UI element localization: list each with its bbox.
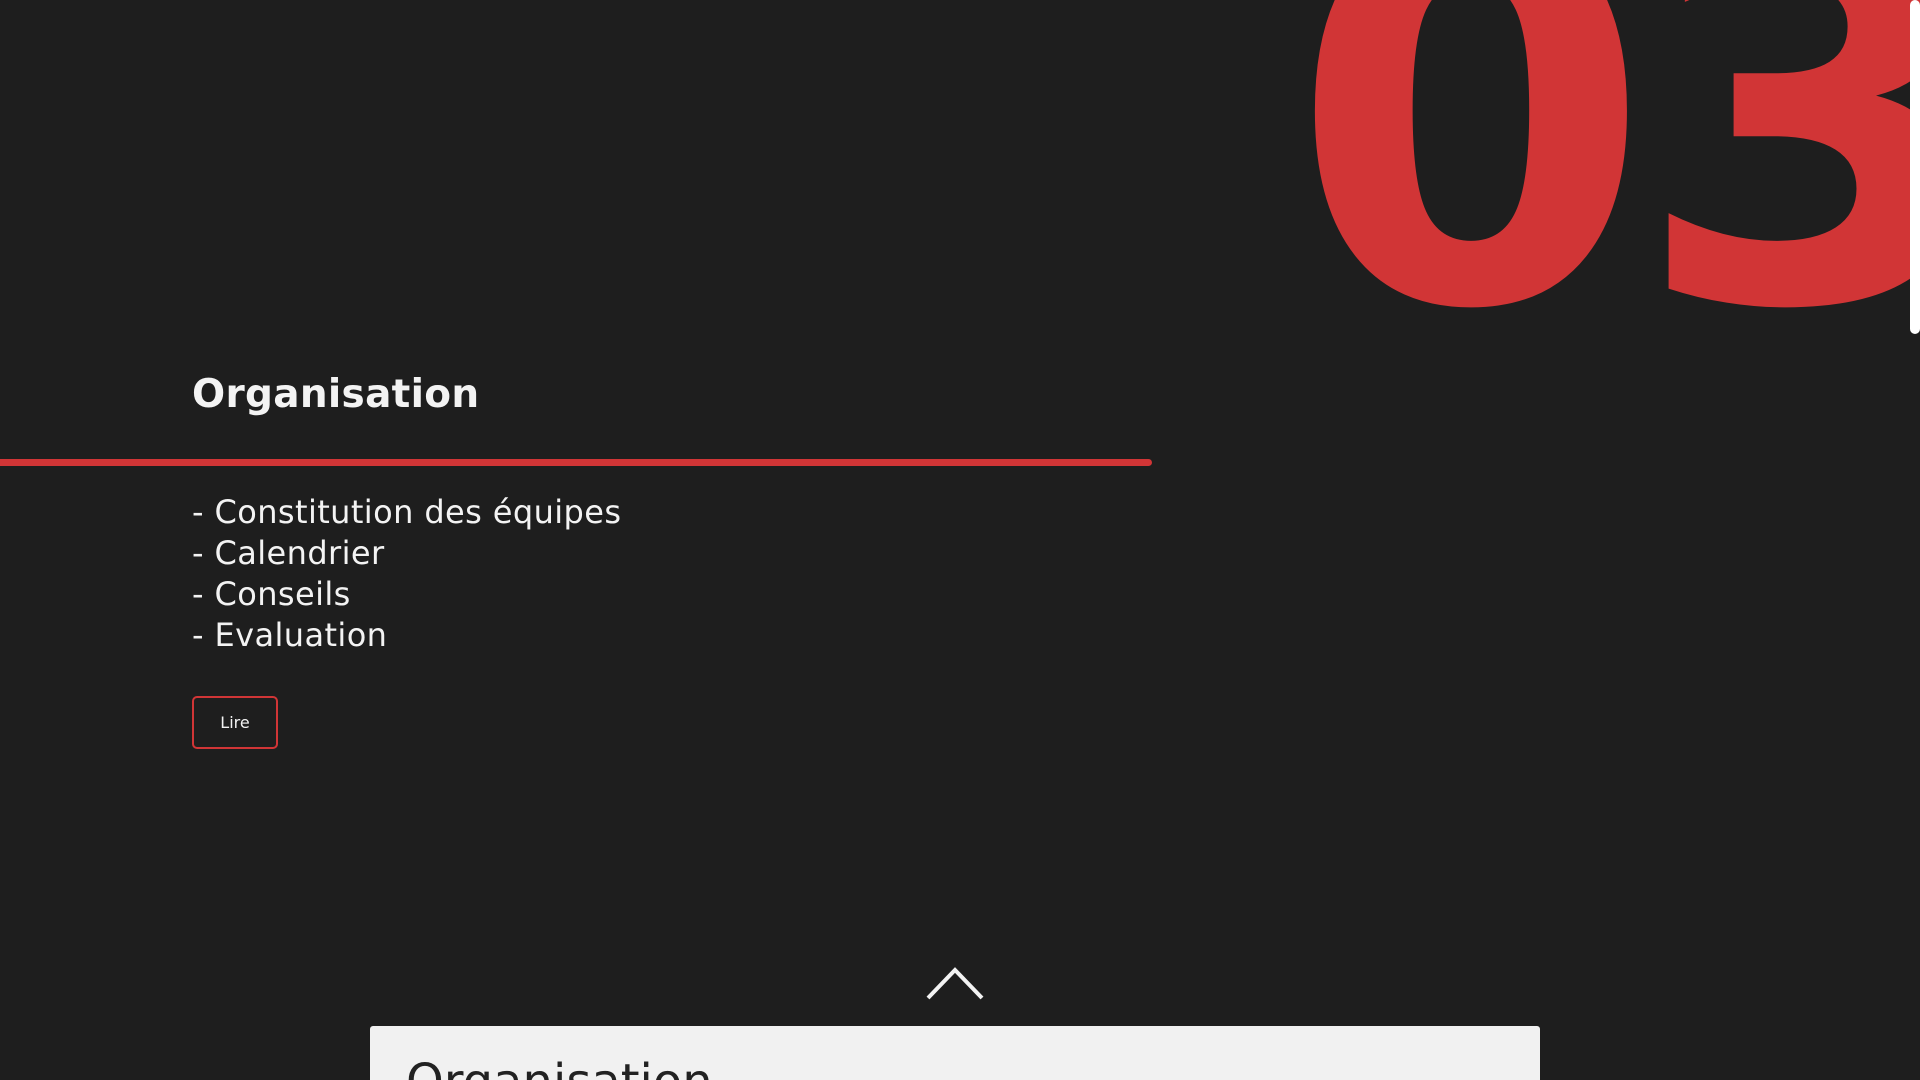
chevron-up-icon[interactable] — [926, 964, 984, 1000]
scrollbar-thumb[interactable] — [1910, 0, 1920, 334]
topic-item: - Conseils — [192, 575, 351, 613]
scrollbar[interactable] — [1910, 0, 1920, 1080]
topic-item: - Constitution des équipes — [192, 493, 622, 531]
section-title: Organisation — [192, 372, 480, 417]
read-button[interactable]: Lire — [192, 696, 278, 749]
preview-card-title: Organisation — [406, 1054, 713, 1080]
section-number: 03 — [1290, 0, 1920, 423]
section-divider — [0, 459, 1152, 466]
topic-item: - Evaluation — [192, 616, 388, 654]
topic-list: - Constitution des équipes - Calendrier … — [192, 492, 621, 656]
preview-card[interactable]: Organisation — [370, 1026, 1540, 1080]
topic-item: - Calendrier — [192, 534, 385, 572]
page: 03 Organisation - Constitution des équip… — [0, 0, 1920, 1080]
